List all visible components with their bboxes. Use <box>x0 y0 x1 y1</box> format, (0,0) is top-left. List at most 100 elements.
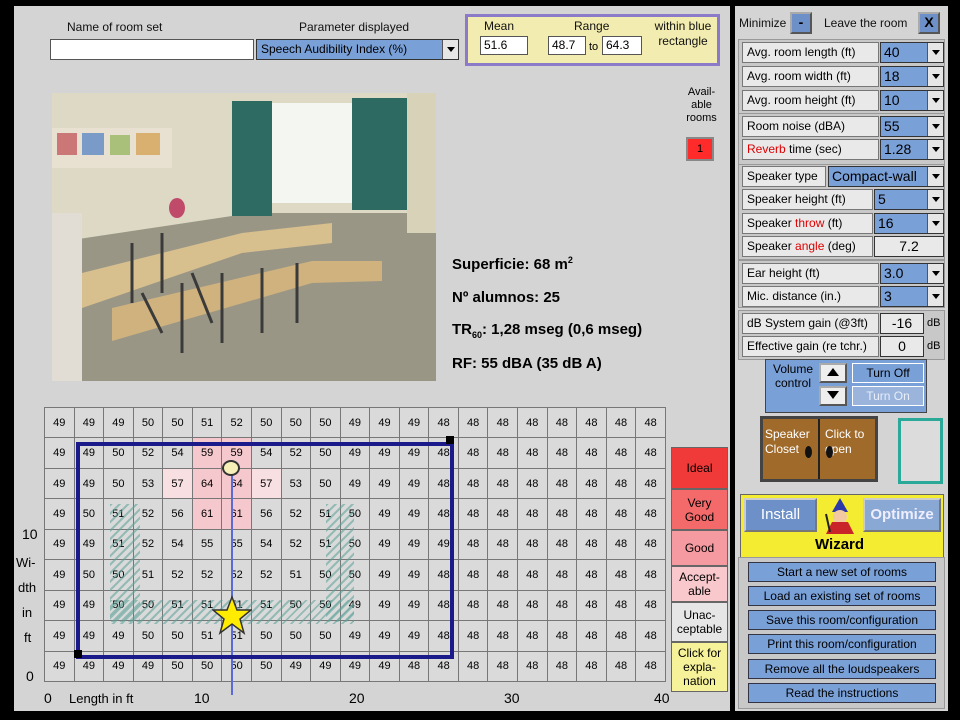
grid-cell[interactable]: 48 <box>546 620 578 652</box>
speaker-height-select[interactable]: 5 <box>874 189 944 210</box>
grid-cell[interactable]: 53 <box>280 467 312 500</box>
grid-cell[interactable]: 48 <box>576 467 607 500</box>
grid-cell[interactable]: 52 <box>280 498 312 530</box>
grid-cell[interactable]: 48 <box>576 437 607 469</box>
grid-cell[interactable]: 61 <box>191 498 223 530</box>
grid-cell[interactable]: 49 <box>280 650 312 682</box>
grid-cell[interactable]: 49 <box>398 467 430 500</box>
print-room-button[interactable]: Print this room/configuration <box>748 634 936 654</box>
grid-cell[interactable]: 48 <box>635 498 666 530</box>
grid-cell[interactable]: 48 <box>457 589 489 622</box>
grid-cell[interactable]: 49 <box>369 620 400 652</box>
grid-cell[interactable]: 49 <box>339 620 371 652</box>
grid-cell[interactable]: 49 <box>339 650 371 682</box>
grid-cell[interactable]: 48 <box>487 620 518 652</box>
optimize-button[interactable]: Optimize <box>863 498 941 532</box>
grid-cell[interactable]: 50 <box>132 406 164 439</box>
grid-cell[interactable]: 48 <box>635 528 666 561</box>
grid-cell[interactable]: 49 <box>103 406 134 439</box>
grid-cell[interactable]: 50 <box>162 406 193 439</box>
grid-cell[interactable]: 50 <box>310 467 341 500</box>
leave-room-button[interactable]: X <box>918 12 940 34</box>
grid-cell[interactable]: 48 <box>546 589 578 622</box>
grid-cell[interactable]: 49 <box>73 620 105 652</box>
grid-cell[interactable]: 49 <box>398 498 430 530</box>
speaker-throw-select[interactable]: 16 <box>874 213 944 234</box>
grid-cell[interactable]: 50 <box>162 650 193 682</box>
grid-cell[interactable]: 49 <box>44 620 75 652</box>
grid-cell[interactable]: 49 <box>73 467 105 500</box>
grid-cell[interactable]: 49 <box>44 650 75 682</box>
grid-cell[interactable]: 48 <box>517 650 548 682</box>
grid-cell[interactable]: 49 <box>369 406 400 439</box>
loudspeaker-icon[interactable] <box>222 460 240 476</box>
grid-cell[interactable]: 48 <box>517 620 548 652</box>
grid-cell[interactable]: 48 <box>428 559 459 591</box>
grid-cell[interactable]: 48 <box>487 437 518 469</box>
grid-cell[interactable]: 48 <box>546 406 578 439</box>
grid-cell[interactable]: 50 <box>73 559 105 591</box>
grid-cell[interactable]: 48 <box>576 498 607 530</box>
grid-cell[interactable]: 48 <box>487 650 518 682</box>
grid-cell[interactable]: 53 <box>132 467 164 500</box>
rect-handle-tr[interactable] <box>446 436 454 444</box>
grid-cell[interactable]: 48 <box>635 650 666 682</box>
grid-cell[interactable]: 50 <box>250 650 282 682</box>
grid-cell[interactable]: 49 <box>369 589 400 622</box>
available-rooms-button[interactable]: 1 <box>686 137 714 161</box>
grid-cell[interactable]: 48 <box>546 498 578 530</box>
grid-cell[interactable]: 49 <box>132 650 164 682</box>
grid-cell[interactable]: 49 <box>44 559 75 591</box>
grid-cell[interactable]: 52 <box>132 437 164 469</box>
grid-cell[interactable]: 48 <box>517 528 548 561</box>
grid-cell[interactable]: 48 <box>517 437 548 469</box>
minimize-button[interactable]: - <box>790 12 812 34</box>
grid-cell[interactable]: 48 <box>517 498 548 530</box>
grid-cell[interactable]: 48 <box>546 528 578 561</box>
grid-cell[interactable]: 48 <box>605 620 637 652</box>
speaker-type-select[interactable]: Compact-wall <box>828 166 944 187</box>
grid-cell[interactable]: 50 <box>250 620 282 652</box>
grid-cell[interactable]: 57 <box>162 467 193 500</box>
room-noise-select[interactable]: 55 <box>880 116 944 137</box>
grid-cell[interactable]: 50 <box>191 650 223 682</box>
grid-cell[interactable]: 49 <box>44 589 75 622</box>
grid-cell[interactable]: 50 <box>310 406 341 439</box>
grid-cell[interactable]: 48 <box>517 589 548 622</box>
grid-cell[interactable]: 61 <box>221 498 252 530</box>
grid-cell[interactable]: 49 <box>44 498 75 530</box>
grid-cell[interactable]: 48 <box>457 650 489 682</box>
grid-cell[interactable]: 49 <box>369 559 400 591</box>
grid-cell[interactable]: 49 <box>44 406 75 439</box>
save-room-button[interactable]: Save this room/configuration <box>748 610 936 630</box>
grid-cell[interactable]: 48 <box>605 559 637 591</box>
rect-handle-bl[interactable] <box>74 650 82 658</box>
grid-cell[interactable]: 49 <box>103 620 134 652</box>
grid-cell[interactable]: 48 <box>428 406 459 439</box>
grid-cell[interactable]: 49 <box>310 650 341 682</box>
grid-cell[interactable]: 50 <box>280 620 312 652</box>
grid-cell[interactable]: 50 <box>250 406 282 439</box>
grid-cell[interactable]: 48 <box>546 650 578 682</box>
legend-explanation-button[interactable]: Click for expla-nation <box>671 642 728 692</box>
grid-cell[interactable]: 48 <box>605 498 637 530</box>
grid-cell[interactable]: 50 <box>73 498 105 530</box>
grid-cell[interactable]: 48 <box>576 589 607 622</box>
room-height-select[interactable]: 10 <box>880 90 944 111</box>
grid-cell[interactable]: 48 <box>457 467 489 500</box>
grid-cell[interactable]: 48 <box>605 406 637 439</box>
grid-cell[interactable]: 49 <box>369 437 400 469</box>
grid-cell[interactable]: 54 <box>162 437 193 469</box>
grid-cell[interactable]: 48 <box>576 559 607 591</box>
grid-cell[interactable]: 49 <box>73 406 105 439</box>
grid-cell[interactable]: 48 <box>457 528 489 561</box>
room-set-input[interactable] <box>50 39 254 60</box>
grid-cell[interactable]: 49 <box>369 650 400 682</box>
grid-cell[interactable]: 49 <box>369 528 400 561</box>
grid-cell[interactable]: 52 <box>250 559 282 591</box>
grid-cell[interactable]: 48 <box>517 467 548 500</box>
grid-cell[interactable]: 57 <box>250 467 282 500</box>
room-width-select[interactable]: 18 <box>880 66 944 87</box>
grid-cell[interactable]: 52 <box>221 559 252 591</box>
grid-cell[interactable]: 48 <box>635 559 666 591</box>
